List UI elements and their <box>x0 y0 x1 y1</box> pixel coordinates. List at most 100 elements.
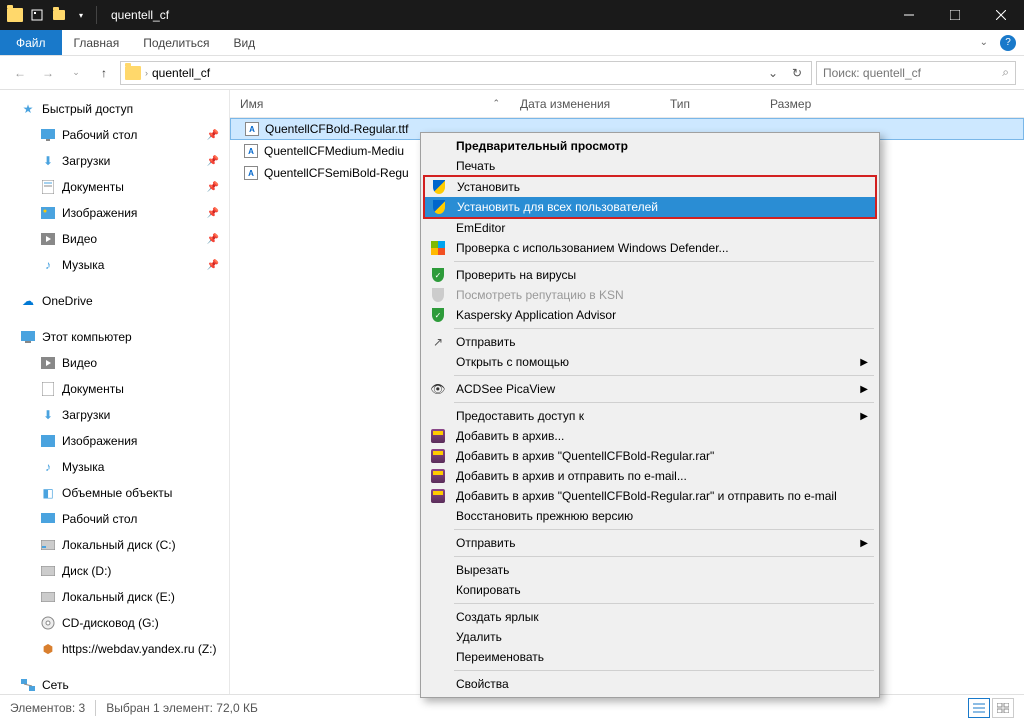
pc-3d[interactable]: ◧Объемные объекты <box>0 480 229 506</box>
expand-ribbon-icon[interactable]: ⌄ <box>980 37 988 48</box>
sidebar-downloads[interactable]: ⬇Загрузки📌 <box>0 148 229 174</box>
file-tab[interactable]: Файл <box>0 30 62 55</box>
eye-icon: 👁 <box>430 381 446 397</box>
onedrive[interactable]: ☁OneDrive <box>0 288 229 314</box>
pc-drive-d[interactable]: Диск (D:) <box>0 558 229 584</box>
search-box[interactable]: ⌕ <box>816 61 1016 85</box>
cm-archive-email[interactable]: Добавить в архив и отправить по e-mail..… <box>424 466 876 486</box>
pin-icon: 📌 <box>207 156 219 167</box>
drive-icon <box>40 537 56 553</box>
cm-copy[interactable]: Копировать <box>424 580 876 600</box>
download-icon: ⬇ <box>40 407 56 423</box>
qat-dropdown-icon[interactable]: ▾ <box>72 6 90 24</box>
sidebar-pictures[interactable]: Изображения📌 <box>0 200 229 226</box>
quick-access[interactable]: ★ Быстрый доступ <box>0 96 229 122</box>
this-pc[interactable]: Этот компьютер <box>0 324 229 350</box>
cm-add-archive[interactable]: Добавить в архив... <box>424 426 876 446</box>
cm-virus-check[interactable]: ✓Проверить на вирусы <box>424 265 876 285</box>
cm-add-rar[interactable]: Добавить в архив "QuentellCFBold-Regular… <box>424 446 876 466</box>
cm-archive-rar-email[interactable]: Добавить в архив "QuentellCFBold-Regular… <box>424 486 876 506</box>
column-name[interactable]: Имя⌃ <box>230 97 510 111</box>
music-icon: ♪ <box>40 257 56 273</box>
qat-new-folder-icon[interactable] <box>50 6 68 24</box>
rar-icon <box>430 488 446 504</box>
pc-webdav[interactable]: ⬢https://webdav.yandex.ru (Z:) <box>0 636 229 662</box>
search-icon[interactable]: ⌕ <box>1002 65 1009 80</box>
refresh-icon[interactable]: ↻ <box>787 66 807 80</box>
cm-shortcut[interactable]: Создать ярлык <box>424 607 876 627</box>
sidebar-documents[interactable]: Документы📌 <box>0 174 229 200</box>
column-type[interactable]: Тип <box>660 97 760 111</box>
folder-icon <box>125 66 141 80</box>
column-size[interactable]: Размер <box>760 97 840 111</box>
window-title: quentell_cf <box>105 8 169 22</box>
tab-view[interactable]: Вид <box>221 30 267 55</box>
green-shield-icon: ✓ <box>430 267 446 283</box>
cm-grant-access[interactable]: Предоставить доступ к▶ <box>424 406 876 426</box>
pc-pictures[interactable]: Изображения <box>0 428 229 454</box>
chevron-right-icon: ▶ <box>860 357 876 368</box>
tab-home[interactable]: Главная <box>62 30 132 55</box>
qat-properties-icon[interactable] <box>28 6 46 24</box>
cm-defender[interactable]: Проверка с использованием Windows Defend… <box>424 238 876 258</box>
font-file-icon: A <box>244 166 258 180</box>
cm-ksn[interactable]: Посмотреть репутацию в KSN <box>424 285 876 305</box>
sidebar-desktop[interactable]: Рабочий стол📌 <box>0 122 229 148</box>
recent-dropdown[interactable]: ⌄ <box>64 61 88 85</box>
pc-videos[interactable]: Видео <box>0 350 229 376</box>
cm-preview[interactable]: Предварительный просмотр <box>424 136 876 156</box>
cm-emeditor[interactable]: EmEditor <box>424 218 876 238</box>
cm-install-all[interactable]: Установить для всех пользователей <box>425 197 875 217</box>
pc-cd-drive[interactable]: CD-дисковод (G:) <box>0 610 229 636</box>
shield-icon <box>431 199 447 215</box>
cm-delete[interactable]: Удалить <box>424 627 876 647</box>
pc-desktop[interactable]: Рабочий стол <box>0 506 229 532</box>
chevron-right-icon: ▶ <box>860 384 876 395</box>
minimize-button[interactable] <box>886 0 932 30</box>
back-button[interactable]: ← <box>8 61 32 85</box>
view-details-button[interactable] <box>968 698 990 718</box>
cm-send-to[interactable]: Отправить▶ <box>424 533 876 553</box>
pc-drive-c[interactable]: Локальный диск (C:) <box>0 532 229 558</box>
tab-share[interactable]: Поделиться <box>131 30 221 55</box>
sidebar-music[interactable]: ♪Музыка📌 <box>0 252 229 278</box>
cm-print[interactable]: Печать <box>424 156 876 176</box>
address-box[interactable]: › quentell_cf ⌄ ↻ <box>120 61 812 85</box>
pc-drive-e[interactable]: Локальный диск (E:) <box>0 584 229 610</box>
desktop-icon <box>40 511 56 527</box>
view-icons-button[interactable] <box>992 698 1014 718</box>
pc-documents[interactable]: Документы <box>0 376 229 402</box>
document-icon <box>40 179 56 195</box>
search-input[interactable] <box>823 66 1002 80</box>
forward-button[interactable]: → <box>36 61 60 85</box>
drive-icon <box>40 563 56 579</box>
pc-music[interactable]: ♪Музыка <box>0 454 229 480</box>
cm-acdsee[interactable]: 👁ACDSee PicaView▶ <box>424 379 876 399</box>
address-dropdown-icon[interactable]: ⌄ <box>763 66 783 80</box>
cd-icon <box>40 615 56 631</box>
maximize-button[interactable] <box>932 0 978 30</box>
cm-restore-version[interactable]: Восстановить прежнюю версию <box>424 506 876 526</box>
pc-downloads[interactable]: ⬇Загрузки <box>0 402 229 428</box>
cm-send[interactable]: ↗Отправить <box>424 332 876 352</box>
cm-properties[interactable]: Свойства <box>424 674 876 694</box>
cm-cut[interactable]: Вырезать <box>424 560 876 580</box>
column-date[interactable]: Дата изменения <box>510 97 660 111</box>
help-icon[interactable]: ? <box>1000 35 1016 51</box>
status-selected: Выбран 1 элемент: 72,0 КБ <box>106 701 258 715</box>
ribbon: Файл Главная Поделиться Вид ⌄ ? <box>0 30 1024 56</box>
up-button[interactable]: ↑ <box>92 61 116 85</box>
column-headers: Имя⌃ Дата изменения Тип Размер <box>230 90 1024 118</box>
cm-rename[interactable]: Переименовать <box>424 647 876 667</box>
pin-icon: 📌 <box>207 260 219 271</box>
context-menu: Предварительный просмотр Печать Установи… <box>420 132 880 698</box>
pictures-icon <box>40 205 56 221</box>
close-button[interactable] <box>978 0 1024 30</box>
network[interactable]: Сеть <box>0 672 229 694</box>
cm-open-with[interactable]: Открыть с помощью▶ <box>424 352 876 372</box>
rar-icon <box>430 428 446 444</box>
cm-kaspersky[interactable]: ✓Kaspersky Application Advisor <box>424 305 876 325</box>
sidebar-videos[interactable]: Видео📌 <box>0 226 229 252</box>
cm-install[interactable]: Установить <box>425 177 875 197</box>
video-icon <box>40 355 56 371</box>
